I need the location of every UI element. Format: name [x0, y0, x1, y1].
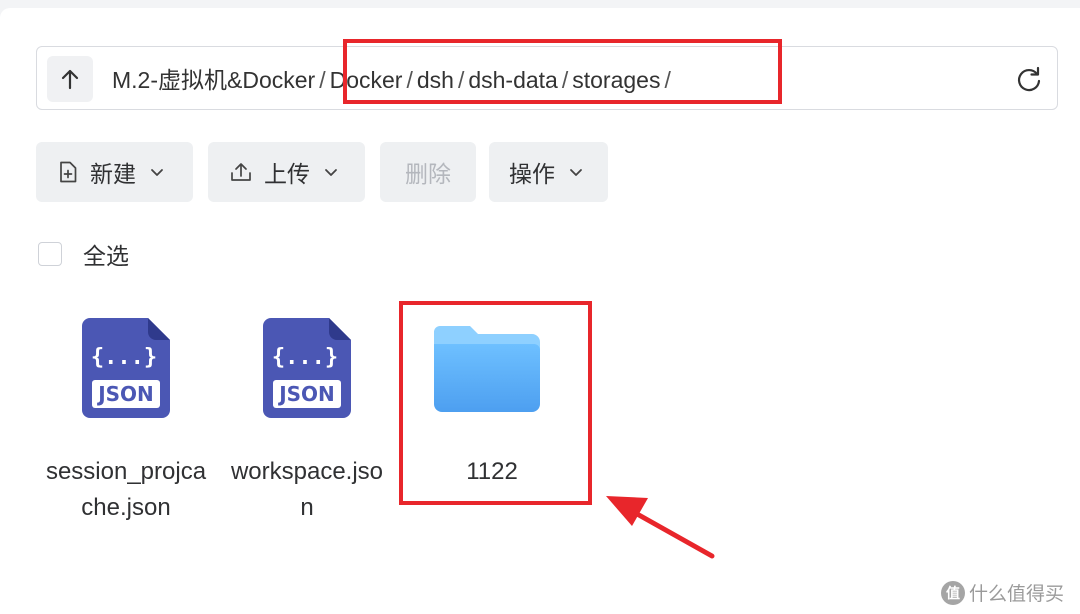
file-item[interactable]: {...} JSON session_projcache.json: [40, 314, 212, 534]
json-badge-label: JSON: [277, 382, 335, 406]
file-name: session_projcache.json: [45, 458, 207, 521]
chevron-down-icon: [324, 167, 338, 177]
new-button-label: 新建: [90, 162, 136, 188]
watermark: 值 什么值得买: [940, 579, 1064, 606]
json-badge-label: JSON: [96, 382, 154, 406]
actions-button[interactable]: 操作: [489, 142, 608, 202]
json-icon-glyph: {...}: [272, 345, 338, 370]
upload-button[interactable]: 上传: [208, 142, 365, 202]
file-item[interactable]: {...} JSON workspace.json: [226, 314, 388, 534]
json-file-icon: {...} JSON: [82, 318, 170, 418]
breadcrumb-item-volume[interactable]: M.2-虚拟机&Docker: [112, 67, 315, 93]
file-name: workspace.json: [230, 458, 384, 521]
actions-button-label: 操作: [509, 162, 555, 188]
watermark-logo-icon: 值: [940, 580, 965, 605]
json-file-icon: {...} JSON: [263, 318, 351, 418]
new-file-icon: [58, 161, 78, 183]
watermark-text: 什么值得买: [968, 583, 1064, 605]
select-all[interactable]: 全选: [38, 237, 129, 271]
refresh-icon: [1017, 66, 1041, 92]
up-directory-button[interactable]: [47, 56, 93, 102]
annotation-arrow-icon: [606, 496, 715, 559]
annotation-highlight-folder: [399, 301, 592, 505]
arrow-up-icon: [61, 69, 79, 90]
chevron-down-icon: [569, 167, 583, 177]
new-button[interactable]: 新建: [36, 142, 193, 202]
upload-icon: [230, 162, 252, 182]
refresh-button[interactable]: [1015, 65, 1043, 93]
chevron-down-icon: [150, 167, 164, 177]
upload-button-label: 上传: [264, 162, 310, 188]
breadcrumb-separator: /: [319, 67, 326, 93]
json-icon-glyph: {...}: [91, 345, 157, 370]
select-all-checkbox[interactable]: [38, 242, 62, 266]
delete-button-label: 删除: [405, 162, 451, 188]
delete-button[interactable]: 删除: [380, 142, 476, 202]
annotation-highlight-path: [343, 39, 782, 104]
select-all-label: 全选: [83, 244, 129, 270]
